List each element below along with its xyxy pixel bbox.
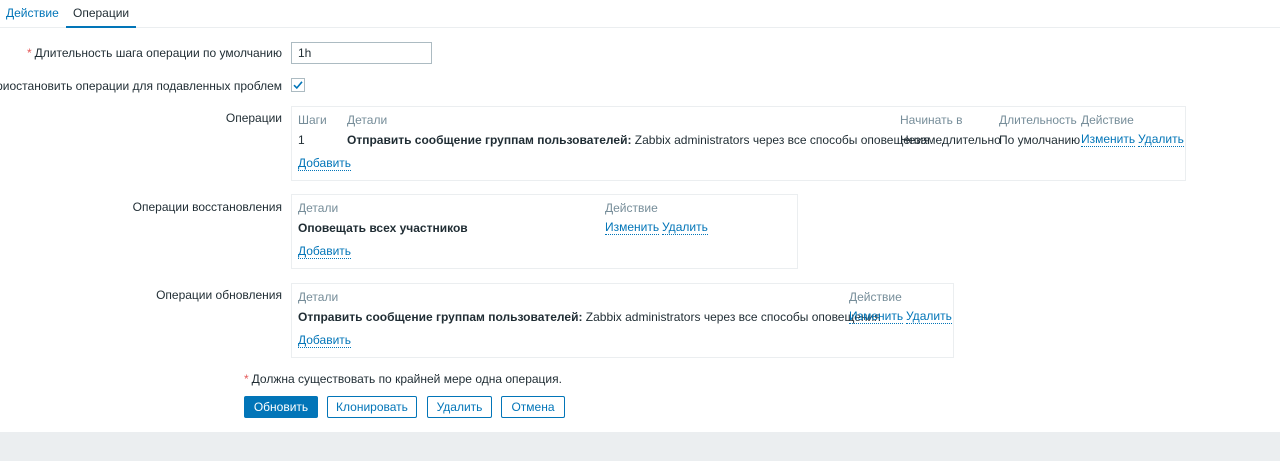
col-header-details: Детали	[298, 201, 339, 215]
pause-suppressed-checkbox[interactable]	[291, 78, 305, 92]
tab-operations[interactable]: Операции	[65, 6, 137, 28]
operation-details-type: Отправить сообщение группам пользователе…	[347, 133, 632, 147]
recovery-operations-label: Операции восстановления	[132, 200, 282, 214]
step-duration-input[interactable]	[291, 42, 432, 64]
operations-label: Операции	[225, 111, 282, 125]
update-operation-details-target: Zabbix administrators через все способы …	[582, 310, 881, 324]
recovery-operations-table: Детали Действие Оповещать всех участнико…	[291, 194, 798, 269]
update-button[interactable]: Обновить	[244, 396, 318, 418]
clone-button[interactable]: Клонировать	[327, 396, 417, 418]
page-footer	[0, 432, 1280, 461]
recovery-operation-edit-link[interactable]: Изменить	[605, 221, 660, 235]
update-operation-remove-link[interactable]: Удалить	[906, 310, 952, 324]
required-asterisk: *	[26, 46, 32, 60]
col-header-action: Действие	[849, 290, 902, 304]
operation-start-in: Незамедлительно	[900, 133, 1001, 147]
update-operations-table: Детали Действие Отправить сообщение груп…	[291, 283, 954, 358]
operations-add-link[interactable]: Добавить	[298, 157, 352, 171]
operation-duration: По умолчанию	[999, 133, 1081, 147]
col-header-steps: Шаги	[298, 113, 327, 127]
cancel-button[interactable]: Отмена	[501, 396, 565, 418]
delete-button[interactable]: Удалить	[427, 396, 492, 418]
update-operations-label: Операции обновления	[156, 288, 282, 302]
operation-remove-link[interactable]: Удалить	[1138, 133, 1184, 147]
tab-bar: Действие Операции	[0, 0, 1280, 28]
update-operation-details-type: Отправить сообщение группам пользователе…	[298, 310, 583, 324]
operation-step: 1	[298, 133, 305, 147]
checkmark-icon	[293, 81, 303, 90]
update-operation-edit-link[interactable]: Изменить	[849, 310, 904, 324]
update-operations-add-link[interactable]: Добавить	[298, 334, 352, 348]
recovery-operations-add-link[interactable]: Добавить	[298, 245, 352, 259]
step-duration-label: * Длительность шага операции по умолчанию	[27, 46, 282, 60]
required-note: * Должна существовать по крайней мере одн…	[244, 372, 562, 386]
col-header-start-in: Начинать в	[900, 113, 963, 127]
required-asterisk: *	[244, 372, 249, 386]
tab-action[interactable]: Действие	[6, 6, 59, 28]
recovery-operation-details: Оповещать всех участников	[298, 221, 468, 235]
update-operation-details: Отправить сообщение группам пользователе…	[298, 310, 881, 324]
operations-table: Шаги Детали Начинать в Длительность Дейс…	[291, 106, 1186, 181]
required-note-text: Должна существовать по крайней мере одна…	[251, 372, 562, 386]
col-header-action: Действие	[1081, 113, 1134, 127]
col-header-action: Действие	[605, 201, 658, 215]
operation-edit-link[interactable]: Изменить	[1081, 133, 1136, 147]
step-duration-label-text: Длительность шага операции по умолчанию	[34, 46, 282, 60]
col-header-duration: Длительность	[999, 113, 1077, 127]
operation-details: Отправить сообщение группам пользователе…	[347, 133, 930, 147]
operation-details-target: Zabbix administrators через все способы …	[631, 133, 930, 147]
col-header-details: Детали	[298, 290, 339, 304]
pause-suppressed-label: Приостановить операции для подавленных п…	[0, 79, 282, 93]
col-header-details: Детали	[347, 113, 388, 127]
recovery-operation-remove-link[interactable]: Удалить	[662, 221, 708, 235]
